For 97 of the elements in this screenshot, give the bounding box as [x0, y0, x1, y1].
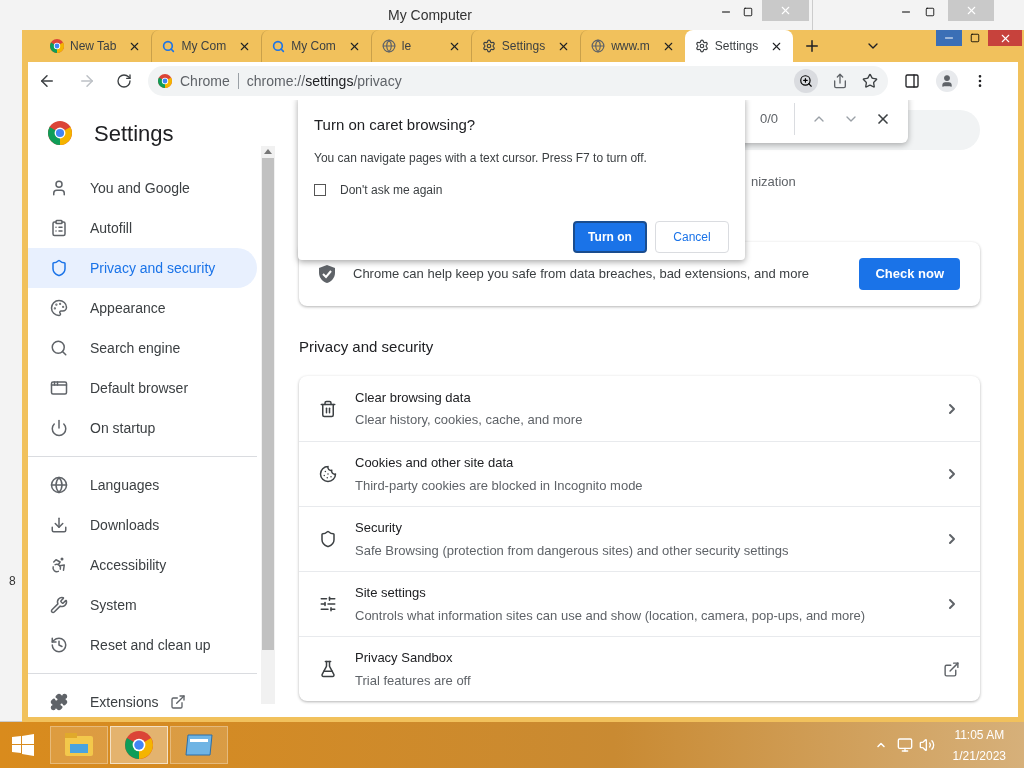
person-icon [50, 179, 68, 197]
globe-icon [591, 39, 606, 53]
settings-row[interactable]: Clear browsing data Clear history, cookies, cache, and more [299, 376, 980, 441]
checkbox[interactable] [314, 183, 326, 196]
gear-icon [481, 39, 496, 53]
sidebar-item[interactable]: Search engine [28, 328, 257, 368]
start-icon[interactable] [12, 734, 34, 756]
sidebar-item[interactable]: Accessibility [28, 545, 257, 585]
download-icon [50, 516, 68, 534]
shield-check-icon [319, 264, 335, 283]
settings-row[interactable]: Site settings Controls what information sites can use and show (location, camera, pop-ups, and more) [299, 571, 980, 636]
maximize-icon [925, 7, 935, 17]
browser-window-icon [50, 379, 68, 397]
row-subtitle: Trial features are off [355, 671, 472, 690]
browser-tab[interactable]: Settings [684, 30, 794, 62]
close-button[interactable] [988, 30, 1022, 46]
gear-icon [694, 39, 709, 53]
wrench-icon [50, 596, 68, 614]
bookmark-star-icon[interactable] [862, 73, 878, 89]
row-title: Site settings [355, 584, 427, 602]
row-title: Clear browsing data [355, 388, 472, 407]
accessibility-icon [50, 556, 68, 574]
settings-row[interactable]: Privacy Sandbox Trial features are off [299, 636, 980, 701]
zoom-icon [799, 74, 813, 88]
side-text: 8 [9, 573, 16, 590]
chrome-logo-icon [158, 74, 172, 88]
dialog-title: Turn on caret browsing? [314, 115, 477, 135]
checkbox-label: Don't ask me again [340, 181, 443, 199]
search-icon [50, 339, 68, 357]
sidebar-item[interactable]: Autofill [28, 208, 257, 248]
external-link-icon [943, 660, 960, 678]
address-bar[interactable]: Chrome chrome://settings/privacy [148, 66, 888, 96]
clipboard-icon [50, 219, 68, 237]
scrollbar[interactable] [261, 146, 275, 704]
row-title: Cookies and other site data [355, 454, 515, 472]
settings-row[interactable]: Cookies and other site data Third-party cookies are blocked in Incognito mode [299, 441, 980, 506]
extensions-link[interactable]: Extensions [28, 682, 257, 717]
row-title: Privacy Sandbox [355, 649, 454, 667]
settings-row[interactable]: Security Safe Browsing (protection from dangerous sites) and other security settings [299, 506, 980, 571]
folder-icon [64, 732, 94, 758]
row-subtitle: Clear history, cookies, cache, and more [355, 411, 584, 429]
row-title: Security [355, 519, 403, 537]
chrome-logo-icon [48, 121, 72, 145]
maximize-icon [743, 7, 753, 17]
globe-icon [381, 39, 396, 53]
window-icon [184, 733, 214, 757]
sidebar-item[interactable]: Appearance [28, 288, 257, 328]
close-icon [779, 4, 792, 17]
history-icon [50, 636, 68, 654]
taskbar-app[interactable] [110, 726, 168, 764]
flask-icon [319, 660, 337, 678]
trash-icon [319, 399, 337, 418]
sidebar-item[interactable]: You and Google [28, 168, 257, 208]
safety-check-text: Chrome can help keep you safe from data breaches, bad extensions, and more [353, 264, 810, 283]
row-subtitle: Controls what information sites can use and show (location, camera, pop-ups, and more) [355, 606, 867, 625]
match-count: 0/0 [760, 110, 779, 129]
back-icon[interactable] [38, 72, 56, 90]
reload-icon[interactable] [116, 73, 132, 89]
profile-button[interactable] [936, 70, 958, 92]
person-icon [940, 74, 954, 88]
scroll-up-icon [264, 149, 272, 154]
side-panel-icon[interactable] [904, 73, 920, 89]
power-icon [50, 419, 68, 437]
sidebar-item[interactable]: Languages [28, 465, 257, 505]
search-icon [162, 39, 176, 53]
sliders-icon [319, 595, 337, 613]
check-now-button[interactable]: Check now [859, 257, 960, 290]
browser-tab[interactable]: New Tab [40, 30, 152, 62]
shield-icon [319, 530, 337, 548]
sidebar-item[interactable]: Privacy and security [28, 248, 257, 288]
globe-icon [50, 476, 68, 494]
puzzle-icon [50, 693, 68, 711]
row-subtitle: Third-party cookies are blocked in Incognito mode [355, 476, 644, 495]
cancel-button[interactable]: Cancel [655, 220, 729, 253]
section-text: nization [751, 173, 797, 191]
sidebar-item[interactable]: Default browser [28, 368, 257, 408]
sidebar-item[interactable]: System [28, 585, 257, 625]
shield-icon [50, 259, 68, 277]
search-icon [272, 39, 286, 53]
cookie-icon [319, 465, 337, 483]
zoom-button[interactable] [794, 69, 818, 93]
dialog-message: You can navigate pages with a text cursor. Press F7 to turn off. [314, 149, 648, 167]
window-title: My Computer [388, 5, 472, 25]
taskbar-app[interactable] [170, 726, 228, 764]
share-icon[interactable] [832, 73, 848, 89]
row-subtitle: Safe Browsing (protection from dangerous sites) and other security settings [355, 541, 790, 560]
section-heading: Privacy and security [299, 336, 435, 357]
sidebar-item[interactable]: Reset and clean up [28, 625, 257, 665]
page-title: Settings [94, 119, 174, 148]
external-link-icon [170, 694, 187, 710]
chrome-logo-icon [125, 731, 153, 759]
sidebar-item[interactable]: On startup [28, 408, 257, 448]
maximize-icon [970, 33, 980, 43]
turn-on-button[interactable]: Turn on [573, 220, 647, 253]
sidebar-item[interactable]: Downloads [28, 505, 257, 545]
palette-icon [50, 299, 68, 317]
chrome-logo-icon [50, 39, 64, 53]
